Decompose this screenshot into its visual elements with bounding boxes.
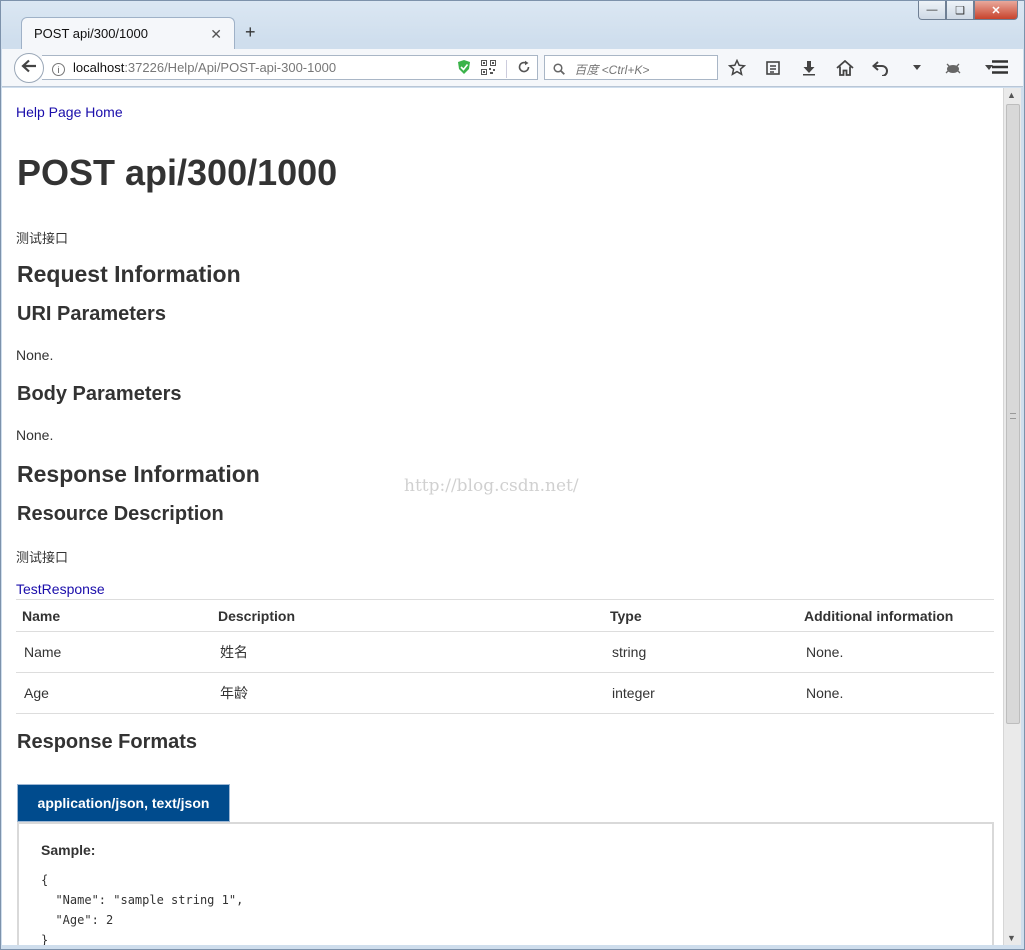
sample-json-code: { "Name": "sample string 1", "Age": 2 } — [41, 873, 244, 945]
bookmark-star-icon[interactable] — [726, 57, 748, 79]
download-icon[interactable] — [798, 57, 820, 79]
site-info-icon[interactable]: i — [52, 63, 65, 76]
response-fields-table: Name Description Type Additional informa… — [16, 599, 994, 714]
column-header-additional-info: Additional information — [798, 599, 994, 632]
column-header-name: Name — [16, 599, 212, 632]
field-description-cell: 年龄 — [212, 672, 604, 714]
sample-label: Sample: — [41, 842, 96, 858]
response-information-heading: Response Information — [17, 461, 260, 487]
url-path: :37226/Help/Api/POST-api-300-1000 — [124, 60, 337, 75]
field-name-cell: Age — [16, 672, 212, 714]
tab-close-icon[interactable]: ✕ — [210, 26, 222, 43]
response-formats-heading: Response Formats — [17, 731, 198, 753]
uri-parameters-heading: URI Parameters — [17, 303, 166, 325]
watermark-text: http://blog.csdn.net/ — [404, 476, 579, 496]
uri-parameters-value: None. — [16, 347, 54, 363]
body-parameters-value: None. — [16, 427, 54, 443]
search-placeholder: 百度 <Ctrl+K> — [574, 63, 650, 77]
vertical-scrollbar[interactable]: ▲ ▼ — [1003, 88, 1021, 945]
back-arrow-icon — [21, 59, 37, 78]
body-parameters-heading: Body Parameters — [17, 383, 182, 405]
hamburger-menu-icon[interactable] — [991, 59, 1009, 80]
tab-strip: POST api/300/1000 ✕ + — [1, 15, 1024, 49]
search-icon — [553, 63, 574, 77]
field-additional-info-cell: None. — [798, 672, 994, 714]
field-name-cell: Name — [16, 631, 212, 673]
resource-description-heading: Resource Description — [17, 503, 224, 525]
sample-panel: Sample: { "Name": "sample string 1", "Ag… — [17, 822, 994, 945]
field-additional-info-cell: None. — [798, 631, 994, 673]
grip-icon — [1010, 413, 1016, 419]
column-header-type: Type — [604, 599, 798, 632]
home-icon[interactable] — [834, 57, 856, 79]
scroll-up-arrow-icon[interactable]: ▲ — [1007, 90, 1016, 100]
new-tab-button[interactable]: + — [245, 22, 256, 43]
table-header-row: Name Description Type Additional informa… — [16, 599, 994, 632]
browser-tab[interactable]: POST api/300/1000 ✕ — [21, 17, 235, 49]
back-button[interactable] — [14, 53, 44, 83]
table-row: Name 姓名 string None. — [16, 631, 994, 673]
toolbar-icons — [726, 57, 1000, 79]
extension-icon[interactable] — [942, 57, 964, 79]
column-header-description: Description — [212, 599, 604, 632]
api-description: 测试接口 — [16, 231, 69, 246]
page-viewport: Help Page Home POST api/300/1000 测试接口 Re… — [2, 88, 1003, 945]
page-title: POST api/300/1000 — [17, 152, 338, 193]
field-type-cell: integer — [604, 672, 798, 714]
separator — [506, 59, 507, 78]
reload-icon[interactable] — [517, 60, 531, 77]
undo-icon[interactable] — [870, 57, 892, 79]
request-information-heading: Request Information — [17, 261, 241, 287]
shield-icon[interactable] — [457, 59, 471, 78]
address-bar[interactable]: i localhost:37226/Help/Api/POST-api-300-1… — [42, 55, 538, 80]
url-host: localhost — [73, 60, 125, 75]
resource-description-text: 测试接口 — [16, 550, 69, 565]
field-type-cell: string — [604, 631, 798, 673]
test-response-link[interactable]: TestResponse — [16, 581, 105, 597]
browser-window: — ❑ ✕ POST api/300/1000 ✕ + i localhost:3… — [0, 0, 1025, 950]
tab-title: POST api/300/1000 — [34, 26, 148, 41]
scroll-down-arrow-icon[interactable]: ▼ — [1007, 933, 1016, 943]
qr-code-icon[interactable] — [481, 59, 496, 78]
table-row: Age 年龄 integer None. — [16, 672, 994, 714]
help-home-link[interactable]: Help Page Home — [16, 104, 123, 120]
scrollbar-thumb[interactable] — [1006, 104, 1020, 724]
dropdown-arrow-icon[interactable] — [906, 57, 928, 79]
reading-list-icon[interactable] — [762, 57, 784, 79]
field-description-cell: 姓名 — [212, 631, 604, 673]
search-input[interactable]: 百度 <Ctrl+K> — [544, 55, 718, 80]
format-tab-json[interactable]: application/json, text/json — [17, 784, 230, 822]
navigation-toolbar: i localhost:37226/Help/Api/POST-api-300-1… — [2, 49, 1023, 87]
